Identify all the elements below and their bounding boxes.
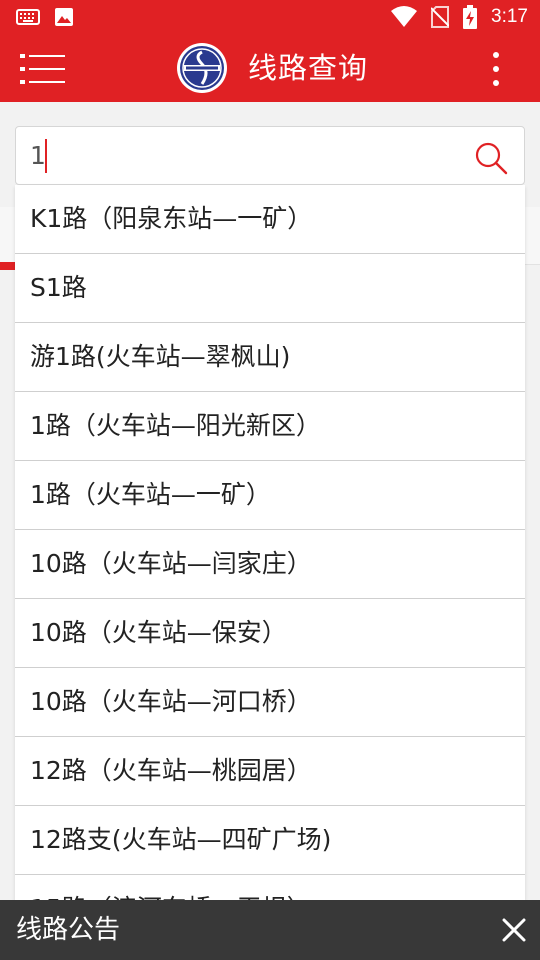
close-icon[interactable] xyxy=(498,914,530,946)
status-bar: 3:17 xyxy=(0,0,540,34)
logo-icon xyxy=(177,43,227,93)
suggestion-item[interactable]: 10路（火车站—保安） xyxy=(15,599,525,668)
suggestion-item[interactable]: 10路（火车站—闫家庄） xyxy=(15,530,525,599)
no-sim-icon xyxy=(431,6,450,28)
notice-title: 线路公告 xyxy=(16,915,121,945)
search-icon[interactable] xyxy=(474,141,508,175)
app-bar: 线路查询 xyxy=(0,34,540,102)
status-time: 3:17 xyxy=(491,6,528,27)
text-caret xyxy=(45,139,47,173)
wifi-icon xyxy=(391,6,418,27)
suggestion-item[interactable]: 1路（火车站—阳光新区） xyxy=(15,392,525,461)
suggestion-dropdown: K1路（阳泉东站—一矿） S1路 游1路(火车站—翠枫山) 1路（火车站—阳光新… xyxy=(15,185,525,900)
underlying-tab-indicator xyxy=(0,262,16,270)
keyboard-icon xyxy=(16,9,40,25)
suggestion-item[interactable]: 12路支(火车站—四矿广场) xyxy=(15,806,525,875)
suggestion-item[interactable]: K1路（阳泉东站—一矿） xyxy=(15,185,525,254)
page-title: 线路查询 xyxy=(248,51,369,85)
menu-icon[interactable] xyxy=(20,52,68,86)
notice-bar[interactable]: 线路公告 xyxy=(0,900,540,960)
suggestion-item[interactable]: 1路（火车站—一矿） xyxy=(15,461,525,530)
suggestion-item[interactable]: 游1路(火车站—翠枫山) xyxy=(15,323,525,392)
status-right-icons: 3:17 xyxy=(391,5,528,29)
search-input[interactable]: 1 xyxy=(15,126,525,185)
battery-charging-icon xyxy=(463,5,478,29)
more-vert-icon[interactable] xyxy=(482,50,510,88)
suggestion-item[interactable]: S1路 xyxy=(15,254,525,323)
image-icon xyxy=(55,8,73,26)
suggestion-item[interactable]: 10路（火车站—河口桥） xyxy=(15,668,525,737)
search-input-value: 1 xyxy=(30,141,46,170)
suggestion-item[interactable]: 15路（滨河东桥—平坦） xyxy=(15,875,525,900)
status-left-icons xyxy=(16,7,74,27)
suggestion-item[interactable]: 12路（火车站—桃园居） xyxy=(15,737,525,806)
